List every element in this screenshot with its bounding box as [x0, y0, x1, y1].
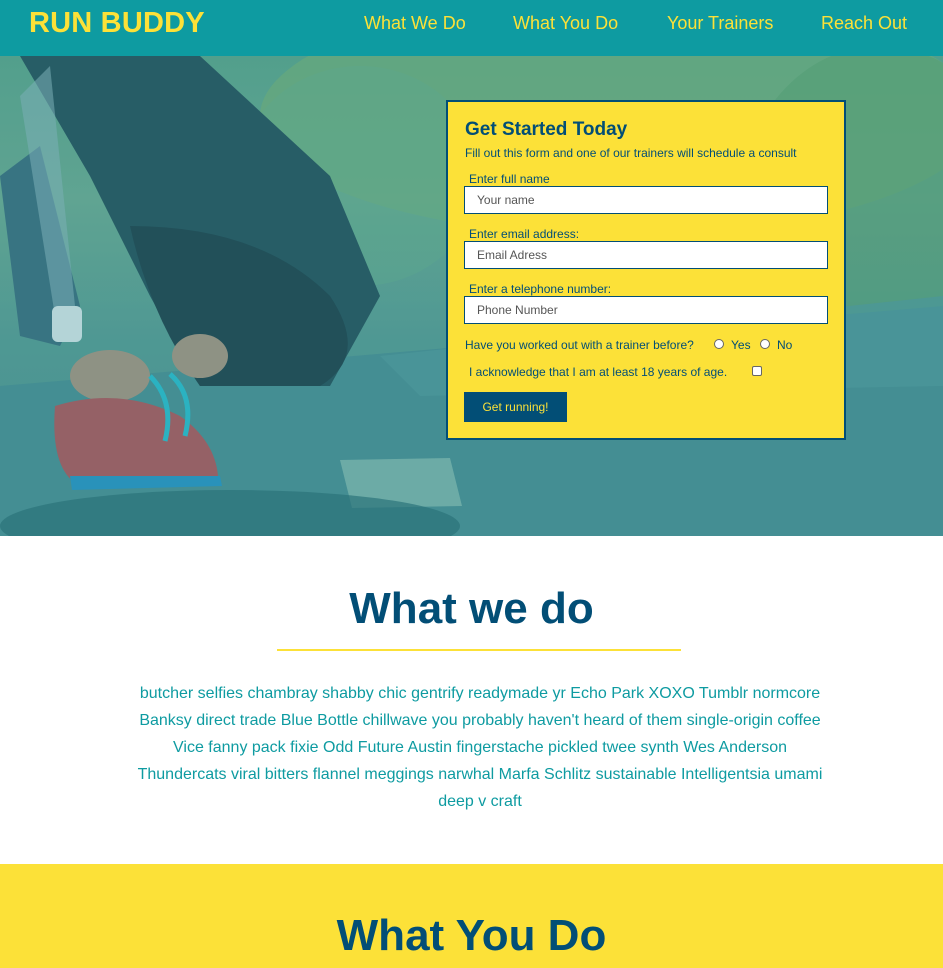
form-subtitle: Fill out this form and one of our traine… — [465, 146, 797, 160]
what-you-do-heading: What You Do — [336, 911, 607, 960]
section-divider — [277, 649, 681, 651]
age-acknowledge-label: I acknowledge that I am at least 18 year… — [469, 365, 728, 379]
site-logo[interactable]: RUN BUDDY — [29, 7, 205, 40]
nav-your-trainers[interactable]: Your Trainers — [667, 13, 773, 34]
nav-reach-out[interactable]: Reach Out — [821, 13, 907, 34]
get-running-button[interactable]: Get running! — [464, 392, 567, 422]
age-acknowledge-checkbox[interactable] — [752, 366, 762, 376]
phone-label: Enter a telephone number: — [469, 282, 612, 296]
trainer-question: Have you worked out with a trainer befor… — [465, 338, 694, 352]
trainer-yes-radio[interactable] — [714, 339, 724, 349]
site-header: RUN BUDDY What We Do What You Do Your Tr… — [0, 0, 943, 56]
name-label: Enter full name — [469, 172, 550, 186]
trainer-no-label: No — [777, 338, 793, 352]
get-started-form: Get Started Today Fill out this form and… — [446, 100, 846, 440]
email-label: Enter email address: — [469, 227, 580, 241]
hero-section: Get Started Today Fill out this form and… — [0, 56, 943, 536]
name-input[interactable] — [464, 186, 828, 214]
what-you-do-section: What You Do — [0, 864, 943, 968]
what-we-do-text: butcher selfies chambray shabby chic gen… — [137, 685, 823, 810]
form-title: Get Started Today — [465, 119, 628, 140]
trainer-no-radio[interactable] — [760, 339, 770, 349]
phone-input[interactable] — [464, 296, 828, 324]
nav-what-you-do[interactable]: What You Do — [513, 13, 618, 34]
trainer-yes-label: Yes — [731, 338, 751, 352]
what-we-do-heading: What we do — [349, 584, 594, 633]
email-input[interactable] — [464, 241, 828, 269]
nav-what-we-do[interactable]: What We Do — [364, 13, 466, 34]
